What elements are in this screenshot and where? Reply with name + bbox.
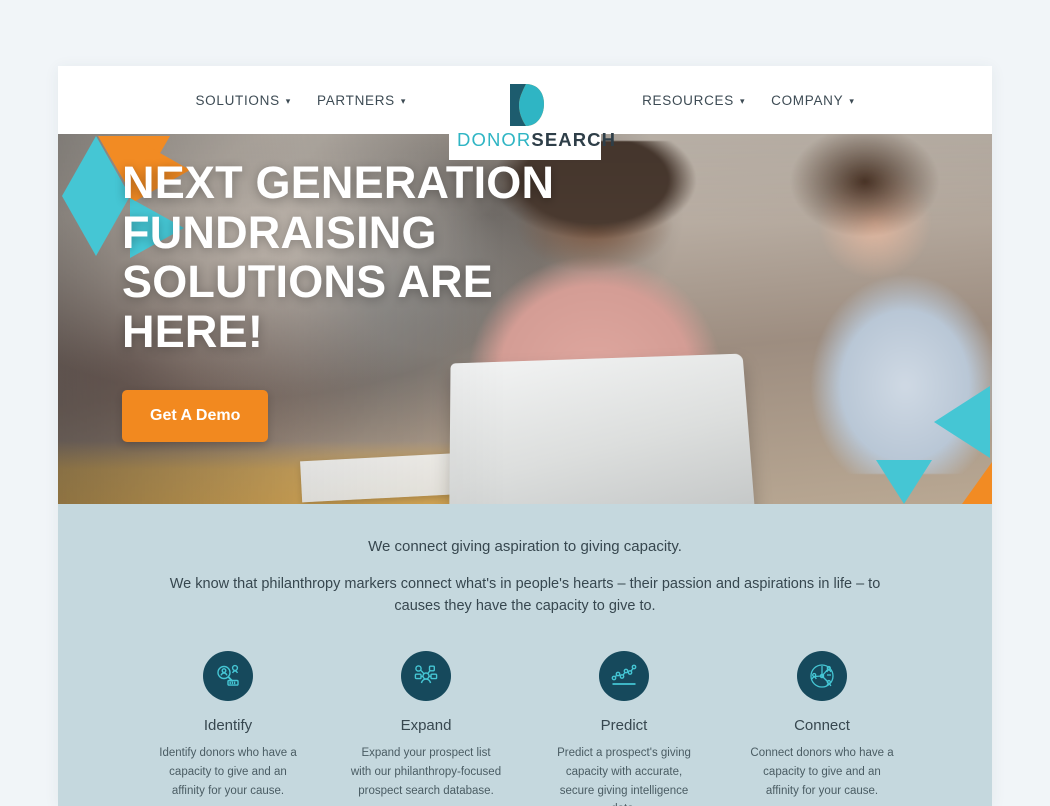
decorative-triangle-teal-left [934, 386, 990, 458]
nav-item-label: SOLUTIONS [195, 92, 280, 108]
feature-title: Identify [203, 717, 253, 735]
feature-predict[interactable]: Predict Predict a prospect's giving capa… [548, 651, 700, 806]
feature-description: Identify donors who have a capacity to g… [159, 747, 297, 797]
feature-title: Expand [400, 717, 452, 735]
feature-title: Predict [600, 717, 648, 735]
network-people-expand-icon [401, 651, 451, 702]
feature-title: Connect [794, 717, 850, 735]
donorsearch-d-mark-icon [510, 84, 544, 126]
primary-nav-left: SOLUTIONS ▾ PARTNERS ▾ [195, 93, 406, 108]
nav-item-label: RESOURCES [642, 92, 734, 108]
chevron-down-icon: ▾ [400, 95, 407, 106]
feature-identify[interactable]: Identify Identify donors who have a capa… [152, 651, 304, 806]
logo-word-donor: DONOR [457, 129, 532, 150]
value-sub-text: We know that philanthropy markers connec… [169, 575, 881, 614]
hero-copy: NEXT GENERATION FUNDRAISING SOLUTIONS AR… [122, 158, 642, 442]
connected-nodes-people-icon [797, 651, 847, 702]
value-lead-text: We connect giving aspiration to giving c… [368, 538, 682, 555]
decorative-triangle-teal-bottom [876, 460, 932, 504]
decorative-triangle-orange-corner [962, 462, 992, 504]
decorative-triangle-teal-down [62, 196, 130, 256]
chevron-down-icon: ▾ [285, 95, 292, 106]
feature-description: Expand your prospect list with our phila… [350, 747, 502, 797]
hero-banner: NEXT GENERATION FUNDRAISING SOLUTIONS AR… [58, 134, 992, 504]
chevron-down-icon: ▾ [739, 95, 746, 106]
trend-chart-predict-icon [599, 651, 649, 702]
nav-item-resources[interactable]: RESOURCES ▾ [642, 93, 745, 108]
nav-item-label: PARTNERS [317, 92, 395, 108]
logo-wordmark: DONORSEARCH [457, 129, 615, 150]
nav-item-solutions[interactable]: SOLUTIONS ▾ [195, 93, 291, 108]
page-card: SOLUTIONS ▾ PARTNERS ▾ RESOURCES ▾ COMPA… [58, 66, 992, 806]
hero-headline: NEXT GENERATION FUNDRAISING SOLUTIONS AR… [122, 157, 555, 357]
feature-description: Predict a prospect's giving capacity wit… [557, 747, 691, 806]
site-header: SOLUTIONS ▾ PARTNERS ▾ RESOURCES ▾ COMPA… [58, 66, 992, 160]
get-a-demo-button[interactable]: Get A Demo [122, 390, 269, 442]
magnifier-person-identify-icon [203, 651, 253, 702]
chevron-down-icon: ▾ [849, 95, 855, 106]
nav-item-label: COMPANY [771, 92, 844, 108]
logo-word-search: SEARCH [531, 129, 617, 150]
site-logo[interactable]: DONORSEARCH [449, 78, 615, 160]
feature-connect[interactable]: Connect Connect donors who have a capaci… [746, 651, 898, 806]
value-proposition-section: We connect giving aspiration to giving c… [58, 504, 992, 806]
feature-expand[interactable]: Expand Expand your prospect list with ou… [350, 651, 502, 806]
primary-nav-right: RESOURCES ▾ COMPANY ▾ [642, 93, 854, 108]
nav-item-partners[interactable]: PARTNERS ▾ [317, 93, 406, 108]
feature-list: Identify Identify donors who have a capa… [116, 651, 934, 806]
feature-description: Connect donors who have a capacity to gi… [750, 747, 894, 797]
nav-item-company[interactable]: COMPANY ▾ [771, 93, 854, 108]
